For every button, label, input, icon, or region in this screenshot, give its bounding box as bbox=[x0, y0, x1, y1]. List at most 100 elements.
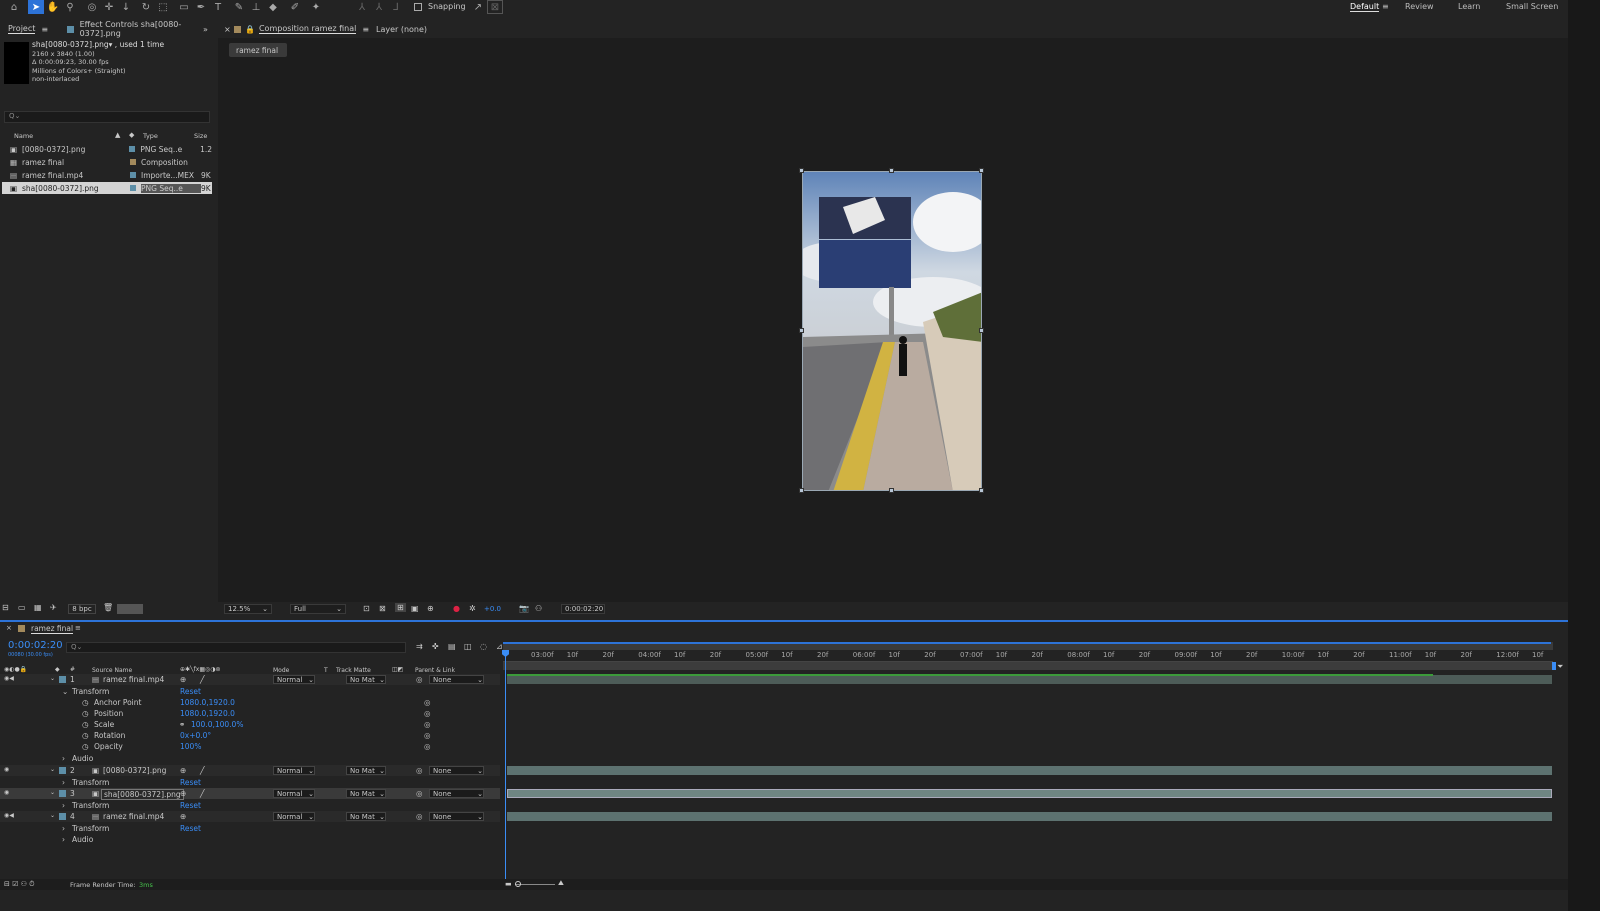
timeline-search-input[interactable]: Q⌄ bbox=[66, 642, 406, 653]
axis-world-icon[interactable]: ⅄ bbox=[371, 0, 387, 14]
tab-layer[interactable]: Layer (none) bbox=[376, 22, 427, 36]
transform-group[interactable]: ⌄ Transform Reset bbox=[0, 686, 500, 697]
sort-asc-icon[interactable]: ▲ bbox=[115, 131, 120, 139]
layer-row[interactable]: ◉◀ ⌄ 1 ▤ ramez final.mp4 ⊕ ╱ Normal ⌄ No … bbox=[0, 674, 500, 685]
time-navigator[interactable] bbox=[503, 662, 1553, 670]
selection-tool-icon[interactable]: ➤ bbox=[28, 0, 44, 14]
resolution-dropdown[interactable]: Full ⌄ bbox=[290, 604, 346, 614]
transform-group[interactable]: › Transform Reset bbox=[0, 823, 500, 834]
resize-handle[interactable] bbox=[799, 168, 804, 173]
comp-flowchart-icon[interactable]: ⇉ bbox=[416, 642, 423, 651]
region-interest-icon[interactable]: ▣ bbox=[411, 604, 419, 613]
zoom-slider[interactable] bbox=[515, 884, 555, 885]
puppet-tool-icon[interactable]: ✦ bbox=[308, 0, 324, 14]
panel-overflow-icon[interactable]: » bbox=[203, 22, 208, 36]
footer-toggle-icons[interactable]: ⊟ ☑ ⚇ ⏱ bbox=[4, 880, 35, 889]
project-item[interactable]: ▣ sha[0080-0372].png PNG Seq..e 9K bbox=[2, 182, 212, 194]
workspace-learn[interactable]: Learn bbox=[1458, 2, 1480, 11]
layer-bar[interactable] bbox=[507, 789, 1552, 798]
tab-project[interactable]: Project ≡ bbox=[8, 22, 48, 36]
swatch-button[interactable] bbox=[117, 604, 143, 614]
new-composition-icon[interactable]: ▦ bbox=[34, 603, 42, 612]
transparency-grid-icon[interactable]: ⊠ bbox=[379, 604, 386, 613]
clone-stamp-tool-icon[interactable]: ⊥ bbox=[248, 0, 264, 14]
resize-handle[interactable] bbox=[979, 168, 984, 173]
zoom-slider-thumb[interactable] bbox=[515, 881, 521, 887]
property-row[interactable]: ◷ Position 1080.0,1920.0 ◎ bbox=[0, 708, 500, 719]
pan-behind-tool-icon[interactable]: ⬚ bbox=[155, 0, 171, 14]
property-row[interactable]: ◷ Anchor Point 1080.0,1920.0 ◎ bbox=[0, 697, 500, 708]
property-row[interactable]: ◷ Scale ⚭ 100.0,100.0% ◎ bbox=[0, 719, 500, 730]
layer-row[interactable]: ◉ ⌄ 3 ▣ sha[0080-0372].png ⊕ ╱ Normal ⌄ N… bbox=[0, 788, 500, 800]
col-mode[interactable]: Mode bbox=[273, 667, 289, 674]
col-track-matte[interactable]: Track Matte bbox=[336, 667, 371, 674]
label-tag-icon[interactable]: ◆ bbox=[129, 131, 134, 139]
col-t[interactable]: T bbox=[324, 667, 328, 674]
zoom-in-icon[interactable]: ⛰ bbox=[558, 879, 564, 888]
zoom-tool-icon[interactable]: ⚲ bbox=[62, 0, 78, 14]
workspace-small-screen[interactable]: Small Screen bbox=[1506, 2, 1558, 11]
playhead[interactable] bbox=[505, 650, 506, 885]
transform-group[interactable]: › Transform Reset bbox=[0, 777, 500, 788]
hand-tool-icon[interactable]: ✋ bbox=[45, 0, 61, 14]
audio-group[interactable]: › Audio bbox=[0, 834, 500, 845]
resize-handle[interactable] bbox=[979, 328, 984, 333]
show-snapshot-icon[interactable]: ⚇ bbox=[535, 604, 542, 613]
composition-frame[interactable] bbox=[802, 171, 982, 491]
layer-bar[interactable] bbox=[507, 675, 1552, 684]
project-search-input[interactable]: Q⌄ bbox=[4, 111, 210, 123]
snapshot-icon[interactable]: 📷 bbox=[519, 604, 529, 613]
roto-brush-tool-icon[interactable]: ✐ bbox=[287, 0, 303, 14]
resize-handle[interactable] bbox=[799, 328, 804, 333]
resize-handle[interactable] bbox=[889, 488, 894, 493]
rectangle-tool-icon[interactable]: ▭ bbox=[176, 0, 192, 14]
adjust-project-settings-icon[interactable]: ✈ bbox=[50, 603, 57, 612]
draft-3d-icon[interactable]: ✜ bbox=[432, 642, 439, 651]
col-source-name[interactable]: Source Name bbox=[92, 667, 132, 674]
pan-tool-icon[interactable]: ✛ bbox=[101, 0, 117, 14]
layer-row[interactable]: ◉ ⌄ 2 ▣ [0080-0372].png ⊕ ╱ Normal ⌄ No M… bbox=[0, 765, 500, 776]
home-icon[interactable]: ⌂ bbox=[6, 0, 22, 14]
timeline-tab[interactable]: ramez final bbox=[31, 624, 74, 634]
tab-menu-icon[interactable]: ≡ bbox=[75, 624, 81, 632]
property-row[interactable]: ◷ Opacity 100% ◎ bbox=[0, 741, 500, 752]
type-tool-icon[interactable]: T bbox=[210, 0, 226, 14]
work-area-end[interactable] bbox=[1552, 662, 1556, 670]
current-time[interactable]: 0:00:02:20 bbox=[8, 640, 63, 651]
workspace-menu-icon[interactable]: ≡ bbox=[1382, 2, 1389, 11]
layer-row[interactable]: ◉◀ ⌄ 4 ▤ ramez final.mp4 ⊕ Normal ⌄ No Ma… bbox=[0, 811, 500, 822]
workspace-review[interactable]: Review bbox=[1405, 2, 1434, 11]
snap-grid-icon[interactable]: ⊠ bbox=[487, 0, 503, 14]
close-tab-icon[interactable]: × bbox=[6, 624, 12, 632]
color-channel-icon[interactable]: ● bbox=[453, 604, 460, 613]
close-tab-icon[interactable]: × bbox=[224, 22, 231, 36]
workspace-default[interactable]: Default bbox=[1350, 2, 1380, 12]
motion-blur-icon[interactable]: ◌ bbox=[480, 642, 487, 651]
dolly-tool-icon[interactable]: ↓ bbox=[118, 0, 134, 14]
resize-handle[interactable] bbox=[889, 168, 894, 173]
col-parent-link[interactable]: Parent & Link bbox=[415, 667, 455, 674]
comp-marker-icon[interactable]: ⏷ bbox=[1557, 662, 1563, 672]
frame-blend-icon[interactable]: ◫ bbox=[464, 642, 472, 651]
col-name[interactable]: Name bbox=[14, 132, 33, 140]
exposure-icon[interactable]: ✲ bbox=[469, 604, 476, 613]
eraser-tool-icon[interactable]: ◆ bbox=[265, 0, 281, 14]
property-row[interactable]: ◷ Rotation 0x+0.0° ◎ bbox=[0, 730, 500, 741]
audio-group[interactable]: › Audio bbox=[0, 753, 500, 764]
layer-bar[interactable] bbox=[507, 766, 1552, 775]
layer-bar[interactable] bbox=[507, 812, 1552, 821]
zoom-out-icon[interactable]: ▬ bbox=[505, 880, 512, 888]
resize-handle[interactable] bbox=[979, 488, 984, 493]
orbit-tool-icon[interactable]: ◎ bbox=[84, 0, 100, 14]
graph-editor-icon[interactable]: ⊿ bbox=[496, 642, 503, 651]
resize-handle[interactable] bbox=[799, 488, 804, 493]
shy-icon[interactable]: ▤ bbox=[448, 642, 456, 651]
project-item[interactable]: ▤ ramez final.mp4 Importe...MEX 9K bbox=[2, 169, 212, 181]
work-area-range[interactable] bbox=[503, 642, 1551, 644]
exposure-value[interactable]: +0.0 bbox=[484, 605, 501, 613]
col-size[interactable]: Size bbox=[194, 132, 207, 140]
tab-composition[interactable]: 🔒 Composition ramez final ≡ bbox=[234, 22, 369, 36]
snapping-checkbox[interactable] bbox=[414, 3, 422, 11]
brush-tool-icon[interactable]: ✎ bbox=[231, 0, 247, 14]
info-name[interactable]: sha[0080-0372].png▾ , used 1 time bbox=[32, 40, 164, 49]
